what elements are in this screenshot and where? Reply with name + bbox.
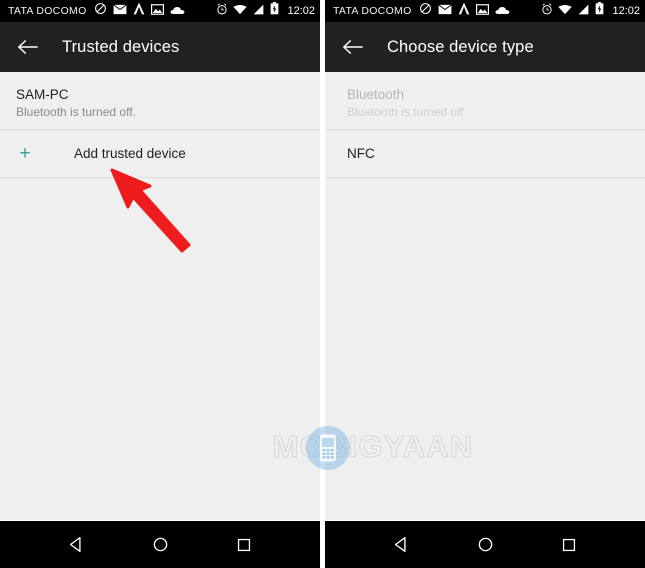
page-title: Trusted devices [62, 37, 180, 56]
back-arrow-icon[interactable] [14, 34, 40, 60]
status-clock-right: 12:02 [612, 5, 640, 17]
nav-back-icon[interactable] [384, 528, 418, 562]
signal-icon [577, 2, 590, 20]
device-type-list: Bluetooth Bluetooth is turned off NFC [325, 72, 645, 520]
mute-icon [94, 2, 107, 20]
status-icons-right-group-right: 12:02 [541, 2, 640, 20]
cloud-icon [495, 2, 510, 20]
list-item-texts: SAM-PC Bluetooth is turned off. [16, 86, 136, 120]
nav-bar-right [325, 520, 645, 568]
carrier-label: TATA DOCOMO [8, 5, 87, 17]
nav-home-icon[interactable] [143, 528, 177, 562]
nav-recents-icon[interactable] [227, 528, 261, 562]
app-bar-left: Trusted devices [0, 22, 320, 72]
status-bar-left: TATA DOCOMO 12:02 [0, 0, 320, 22]
dual-screenshot-container: TATA DOCOMO 12:02 Trusted devices SAM-PC… [0, 0, 645, 568]
mail-icon [437, 2, 452, 20]
bluetooth-status-label: Bluetooth is turned off [347, 105, 464, 119]
nav-back-icon[interactable] [59, 528, 93, 562]
alarm-icon [541, 2, 553, 20]
status-icons-left-group [94, 2, 185, 20]
nav-recents-icon[interactable] [552, 528, 586, 562]
trusted-devices-list: SAM-PC Bluetooth is turned off. + Add tr… [0, 72, 320, 520]
add-trusted-device-label: Add trusted device [74, 146, 186, 161]
battery-charging-icon [270, 2, 279, 20]
status-bar-right: TATA DOCOMO 12:02 [325, 0, 645, 22]
signal-icon [252, 2, 265, 20]
nav-home-icon[interactable] [468, 528, 502, 562]
carrier-label-right: TATA DOCOMO [333, 5, 412, 17]
left-phone-screen: TATA DOCOMO 12:02 Trusted devices SAM-PC… [0, 0, 320, 568]
plus-icon: + [19, 143, 31, 164]
bluetooth-label: Bluetooth [347, 87, 405, 102]
right-phone-screen: TATA DOCOMO 12:02 Choose device type Blu… [325, 0, 645, 568]
add-trusted-device-button[interactable]: + Add trusted device [0, 130, 320, 178]
status-clock: 12:02 [287, 5, 315, 17]
wifi-icon [233, 2, 248, 20]
alarm-icon [216, 2, 228, 20]
list-item-texts: Bluetooth Bluetooth is turned off [347, 86, 464, 120]
battery-charging-icon [595, 2, 604, 20]
triangle-app-icon [133, 2, 145, 20]
page-title-right: Choose device type [387, 37, 534, 56]
photo-icon [150, 2, 164, 20]
app-bar-right: Choose device type [325, 22, 645, 72]
status-icons-right-group: 12:02 [216, 2, 315, 20]
list-item-trusted-device[interactable]: SAM-PC Bluetooth is turned off. [0, 72, 320, 130]
mail-icon [112, 2, 127, 20]
status-icons-left-group-right [419, 2, 510, 20]
wifi-icon [558, 2, 573, 20]
nfc-label: NFC [347, 146, 375, 161]
back-arrow-icon[interactable] [339, 34, 365, 60]
device-status-label: Bluetooth is turned off. [16, 105, 136, 119]
device-name-label: SAM-PC [16, 87, 69, 102]
photo-icon [475, 2, 489, 20]
list-item-bluetooth: Bluetooth Bluetooth is turned off [325, 72, 645, 130]
mute-icon [419, 2, 432, 20]
cloud-icon [170, 2, 185, 20]
list-item-nfc[interactable]: NFC [325, 130, 645, 178]
triangle-app-icon [458, 2, 470, 20]
nav-bar-left [0, 520, 320, 568]
